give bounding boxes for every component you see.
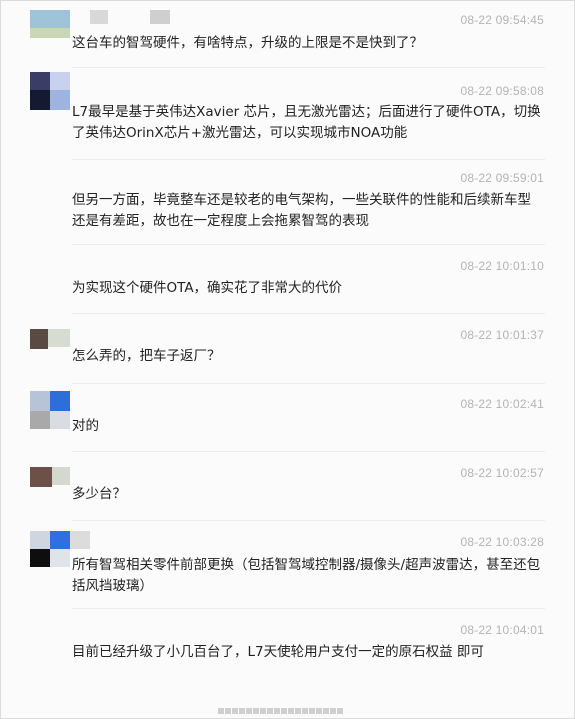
avatar[interactable] (30, 391, 70, 431)
horizontal-scrollbar[interactable] (218, 699, 358, 714)
message-text[interactable]: 目前已经升级了小几百台了，L7天使轮用户支付一定的原石权益 即可 (72, 642, 544, 663)
message-text[interactable]: L7最早是基于英伟达Xavier 芯片，且无激光雷达；后面进行了硬件OTA，切换… (72, 102, 544, 144)
divider (72, 608, 545, 609)
sender-name-blurred (70, 531, 90, 549)
divider (72, 520, 545, 521)
message-text[interactable]: 怎么弄的，把车子返厂？ (72, 346, 544, 367)
message-text[interactable]: 所有智驾相关零件前部更换（包括智驾域控制器/摄像头/超声波雷达，甚至还包括风挡玻… (72, 555, 544, 597)
sender-name-blurred (150, 10, 170, 24)
avatar[interactable] (30, 10, 70, 50)
divider (72, 244, 545, 245)
avatar[interactable] (30, 72, 70, 112)
divider (72, 451, 545, 452)
message-timestamp: 08-22 09:54:45 (460, 13, 544, 27)
message-text[interactable]: 这台车的智驾硬件，有啥特点，升级的上限是不是快到了？ (72, 33, 544, 54)
message-timestamp: 08-22 10:04:01 (460, 623, 544, 637)
avatar[interactable] (30, 329, 70, 369)
avatar[interactable] (30, 467, 70, 507)
message-timestamp: 08-22 09:58:08 (460, 84, 544, 98)
message-timestamp: 08-22 10:01:10 (460, 259, 544, 273)
avatar[interactable] (30, 531, 70, 571)
message-timestamp: 08-22 09:59:01 (460, 171, 544, 185)
divider (72, 67, 545, 68)
message-text[interactable]: 但另一方面，毕竟整车还是较老的电气架构，一些关联件的性能和后续新车型还是有差距，… (72, 190, 544, 232)
message-timestamp: 08-22 10:01:37 (460, 328, 544, 342)
divider (72, 159, 545, 160)
message-text[interactable]: 为实现这个硬件OTA，确实花了非常大的代价 (72, 278, 544, 299)
divider (72, 313, 545, 314)
divider (72, 383, 545, 384)
message-timestamp: 08-22 10:02:41 (460, 397, 544, 411)
message-timestamp: 08-22 10:03:28 (460, 535, 544, 549)
message-timestamp: 08-22 10:02:57 (460, 466, 544, 480)
message-text[interactable]: 多少台？ (72, 484, 544, 505)
sender-name-blurred (90, 10, 108, 24)
message-text[interactable]: 对的 (72, 416, 544, 437)
